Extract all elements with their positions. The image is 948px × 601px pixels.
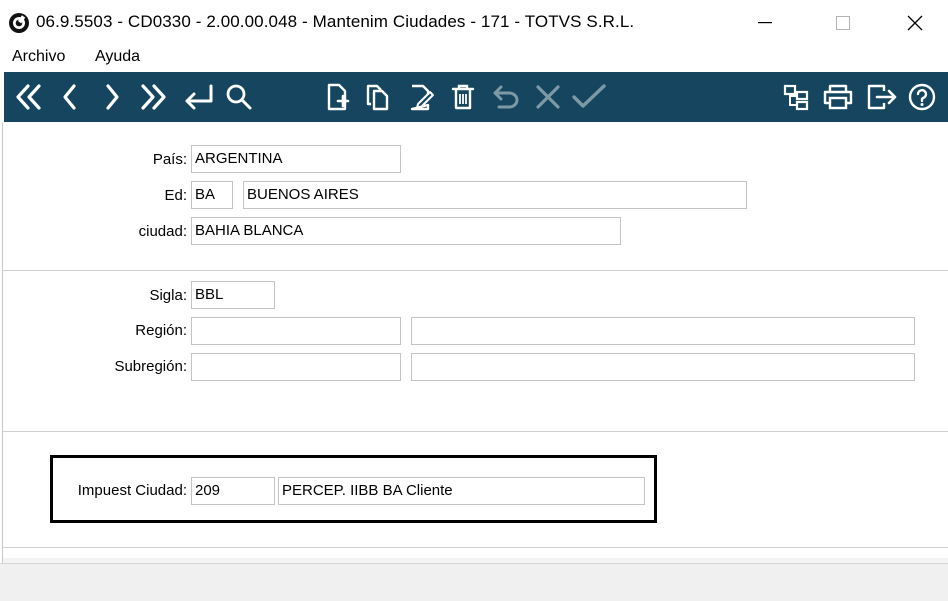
help-button[interactable] <box>904 80 940 114</box>
add-button[interactable] <box>320 80 356 114</box>
first-icon <box>16 84 41 110</box>
help-icon <box>908 83 936 111</box>
region-code-field[interactable] <box>191 317 401 345</box>
sigla-field[interactable]: BBL <box>191 281 275 309</box>
maximize-icon <box>836 16 850 30</box>
last-icon <box>141 84 166 110</box>
tree-icon <box>783 84 809 111</box>
previous-record-button[interactable] <box>52 80 88 114</box>
minimize-icon <box>758 22 772 24</box>
edit-icon <box>410 84 434 111</box>
search-button[interactable] <box>221 80 257 114</box>
menu-ayuda[interactable]: Ayuda <box>95 48 140 66</box>
exit-button[interactable] <box>864 80 900 114</box>
next-record-button[interactable] <box>94 80 130 114</box>
last-record-button[interactable] <box>136 80 172 114</box>
copy-button[interactable] <box>361 80 397 114</box>
print-icon <box>823 84 853 110</box>
subregion-name-field[interactable] <box>411 353 915 381</box>
window-title: 06.9.5503 - CD0330 - 2.00.00.048 - Mante… <box>36 12 635 31</box>
delete-icon <box>451 84 475 110</box>
pais-field[interactable]: ARGENTINA <box>191 145 401 173</box>
undo-icon <box>493 85 519 109</box>
section-spacer <box>2 548 948 558</box>
goto-icon <box>185 84 213 110</box>
ciudad-field[interactable]: BAHIA BLANCA <box>191 217 621 245</box>
menu-bar: Archivo Ayuda <box>0 44 948 72</box>
toolbar <box>4 72 948 122</box>
sigla-label: Sigla: <box>149 287 187 304</box>
status-bar <box>0 563 948 601</box>
pais-label: País: <box>152 151 187 168</box>
title-bar: 06.9.5503 - CD0330 - 2.00.00.048 - Mante… <box>0 0 948 44</box>
cancel-button[interactable] <box>530 80 566 114</box>
tree-view-button[interactable] <box>778 80 814 114</box>
menu-archivo[interactable]: Archivo <box>12 48 65 66</box>
impuest-ciudad-name-field[interactable]: PERCEP. IIBB BA Cliente <box>278 477 645 505</box>
region-label: Región: <box>135 322 187 339</box>
minimize-button[interactable] <box>742 8 788 38</box>
close-icon <box>907 15 923 31</box>
ciudad-label: ciudad: <box>138 223 187 240</box>
subregion-code-field[interactable] <box>191 353 401 381</box>
copy-icon <box>366 84 389 111</box>
close-button[interactable] <box>892 8 938 38</box>
print-button[interactable] <box>820 80 856 114</box>
confirm-icon <box>572 84 606 108</box>
ed-code-field[interactable]: BA <box>191 181 233 209</box>
impuest-ciudad-label: Impuest Ciudad: <box>77 482 187 499</box>
maximize-button[interactable] <box>820 8 866 38</box>
edit-button[interactable] <box>404 80 440 114</box>
add-icon <box>327 83 350 111</box>
undo-button[interactable] <box>488 80 524 114</box>
impuest-ciudad-code-field[interactable]: 209 <box>191 477 275 505</box>
next-icon <box>106 84 119 110</box>
search-icon <box>226 84 252 110</box>
cancel-icon <box>536 85 560 109</box>
confirm-button[interactable] <box>571 80 607 114</box>
region-section <box>2 271 948 432</box>
goto-button[interactable] <box>180 80 216 114</box>
delete-button[interactable] <box>445 80 481 114</box>
previous-icon <box>63 84 76 110</box>
first-record-button[interactable] <box>10 80 46 114</box>
ed-label: Ed: <box>164 187 187 204</box>
exit-icon <box>867 84 897 110</box>
ed-name-field[interactable]: BUENOS AIRES <box>243 181 747 209</box>
region-name-field[interactable] <box>411 317 915 345</box>
app-logo-icon <box>9 13 29 33</box>
subregion-label: Subregión: <box>114 358 187 375</box>
